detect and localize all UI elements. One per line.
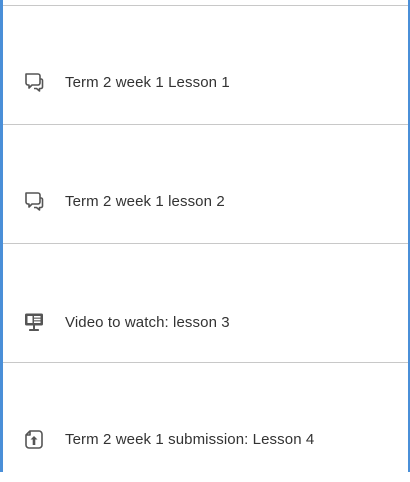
activity-item-lesson-4[interactable]: Term 2 week 1 submission: Lesson 4 (3, 363, 408, 482)
activity-list-panel: Term 2 week 1 Lesson 1 Term 2 week 1 les… (0, 0, 410, 472)
activity-item-lesson-3[interactable]: Video to watch: lesson 3 (3, 244, 408, 363)
activity-item-lesson-1[interactable]: Term 2 week 1 Lesson 1 (3, 6, 408, 125)
assignment-upload-icon (23, 428, 45, 450)
activity-item-label[interactable]: Video to watch: lesson 3 (65, 314, 230, 331)
activity-item-label[interactable]: Term 2 week 1 submission: Lesson 4 (65, 431, 314, 448)
activity-item-label[interactable]: Term 2 week 1 lesson 2 (65, 193, 225, 210)
presentation-icon (23, 311, 45, 333)
activity-item-lesson-2[interactable]: Term 2 week 1 lesson 2 (3, 125, 408, 244)
activity-item-label[interactable]: Term 2 week 1 Lesson 1 (65, 74, 230, 91)
forum-icon (23, 71, 45, 93)
forum-icon (23, 190, 45, 212)
